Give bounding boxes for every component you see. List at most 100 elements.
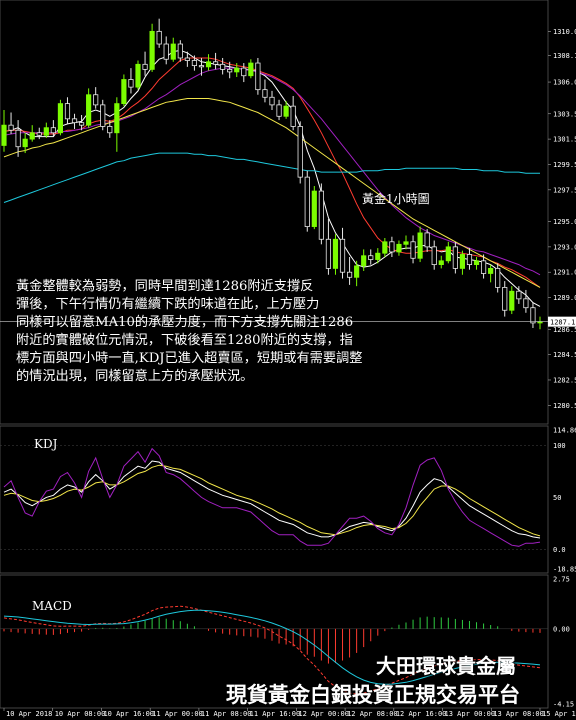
price-tick-label: 1291.0 [553,269,576,277]
candle-body [297,126,303,178]
candle-body [15,129,21,148]
candle-body [184,57,190,61]
candle-body [57,103,64,134]
price-tick-label: 1284.5 [553,351,576,359]
candle-body [459,254,466,269]
candle-body [509,290,515,311]
price-tick-label: 1301.5 [553,136,576,144]
candle-body [43,127,49,136]
analysis-line-5: 標方面與四小時一直,KDJ已進入超賣區，短期或有需要調整 [16,351,363,366]
analysis-text: 黃金整體較為弱勢，同時早間到達1286附近支撐反 彈後，下午行情仍有繼續下跌的味… [16,278,362,386]
candle-body [290,105,296,127]
time-tick-label: 13 Apr 00:00 [445,710,496,718]
price-tick-label: 1306.0 [553,79,576,87]
candle-body [502,287,508,311]
time-tick-label: 12 Apr 08:00 [347,710,398,718]
candle-body [29,132,35,140]
price-tick-label: 1286.5 [553,326,576,334]
time-tick-label: 12 Apr 00:00 [298,710,349,718]
candle-body [71,118,78,124]
candle-body [50,127,56,134]
candle-body [78,122,85,126]
ma5-line [3,49,541,307]
candle-body [135,63,141,88]
candle-body [403,241,409,245]
kdj-tick-label: 100 [553,442,566,450]
ma120-line [3,152,540,203]
candle-body [389,241,395,253]
price-tick-label: 1308.1 [553,52,576,60]
kdj-tick-label: -18.855 [553,566,576,574]
candle-body [220,63,226,70]
candle-body [227,68,233,73]
candle-body [64,103,71,120]
macd-tick-label: 0.00 [553,625,570,633]
candle-body [248,62,254,77]
candle-body [431,246,437,266]
time-tick-label: 11 Apr 16:00 [250,710,301,718]
time-tick-label: 11 Apr 08:00 [201,710,252,718]
candle-body [269,96,275,106]
price-tick-label: 1293.0 [553,243,576,251]
current-price-label: 1287.1 [550,319,575,327]
price-tick-label: 1303.5 [553,110,576,118]
candle-body [276,104,282,117]
candle-body [530,307,536,324]
price-tick-label: 1289.0 [553,294,576,302]
analysis-line-2: 彈後，下午行情仍有繼續下跌的味道在此，上方壓力 [16,297,320,312]
time-tick-label: 10 Apr 2018 [6,710,52,718]
time-tick-label: 10 Apr 16:00 [103,710,154,718]
candle-body [22,138,28,148]
candle-body [438,260,444,266]
candle-body [163,43,169,60]
candle-body [382,241,388,254]
candle-body [480,260,487,274]
candle-body [424,232,430,248]
macd-tick-label: -4.15 [553,701,574,709]
candle-body [241,67,247,77]
candle-body [86,94,92,126]
time-tick-label: 10 Apr 08:00 [55,710,106,718]
candle-body [36,132,42,136]
candle-body [452,246,458,269]
candle-body [149,30,155,70]
candle-body [283,105,289,117]
candle-body [1,124,7,146]
time-tick-label: 11 Apr 00:00 [152,710,203,718]
brand-tagline: 現貨黃金白銀投資正規交易平台 [226,683,520,707]
kdj-d-line [3,464,541,537]
candle-body [332,238,339,269]
candle-body [354,265,360,278]
candle-body [8,124,14,131]
macd-label: MACD [32,599,72,613]
candle-body [375,252,381,260]
candle-body [93,94,99,106]
analysis-line-6: 的情況出現，同樣留意上方的承壓狀況。 [16,369,254,384]
candle-body [304,176,310,227]
chart-title: 黃金1小時圖 [362,192,430,206]
time-tick-label: 12 Apr 16:00 [396,710,447,718]
candle-body [234,67,240,73]
analysis-line-3: 同樣可以留意MA10的承壓力度，而下方支撐先關注1286 [16,315,354,330]
candle-body [417,232,423,259]
kdj-tick-label: 114.861 [553,427,576,435]
candle-body [495,268,501,288]
candle-body [311,190,317,227]
macd-tick-label: 2.75 [553,576,570,584]
price-tick-label: 1310.0 [553,28,576,36]
candle-body [205,61,212,68]
candle-body [156,30,162,45]
price-tick-label: 1280.5 [553,402,576,410]
pane-frame-2 [0,425,549,574]
candle-body [361,255,367,267]
candle-body [325,238,332,269]
candle-body [410,241,416,259]
candle-body [114,103,120,134]
candle-body [516,290,522,300]
candle-body [473,260,480,266]
time-tick-label: 15 Apr 12:00 [542,710,576,718]
brand-name: 大田環球貴金屬 [376,654,516,678]
candle-body [128,79,134,88]
candle-body [121,79,127,105]
candle-body [318,190,324,240]
